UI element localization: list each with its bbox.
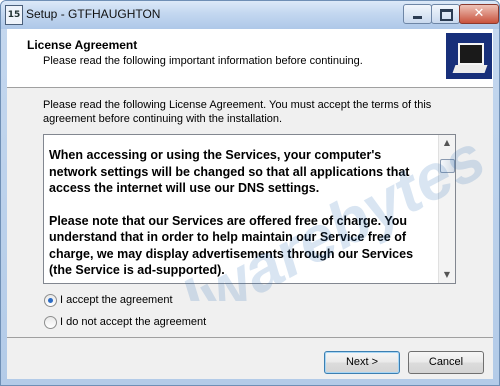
monitor-shape: [458, 43, 484, 65]
accept-radio[interactable]: [44, 294, 57, 307]
wizard-header: License Agreement Please read the follow…: [7, 29, 493, 88]
license-text: When accessing or using the Services, yo…: [49, 147, 429, 283]
decline-radio[interactable]: [44, 316, 57, 329]
minimize-icon: [413, 16, 422, 19]
decline-label[interactable]: I do not accept the agreement: [60, 315, 206, 329]
wizard-body: License Agreement Please read the follow…: [7, 29, 493, 379]
close-button[interactable]: ✕: [459, 4, 499, 24]
license-text-box[interactable]: When accessing or using the Services, yo…: [43, 134, 456, 284]
close-icon: ✕: [473, 6, 485, 21]
setup-app-icon: 15: [5, 5, 23, 25]
license-scrollbar[interactable]: ▲ ▼: [438, 135, 455, 283]
license-intro-text: Please read the following License Agreem…: [43, 99, 432, 125]
scroll-down-icon[interactable]: ▼: [439, 267, 455, 283]
window-title: Setup - GTFHAUGHTON: [26, 7, 161, 21]
maximize-icon: [440, 9, 453, 21]
accept-label[interactable]: I accept the agreement: [60, 293, 173, 307]
page-subtitle: Please read the following important info…: [43, 55, 363, 67]
setup-computer-icon: [446, 33, 492, 79]
license-paragraph: Please note that our Services are offere…: [49, 213, 414, 278]
maximize-button[interactable]: [431, 4, 460, 24]
cancel-button[interactable]: Cancel: [408, 351, 484, 374]
next-button[interactable]: Next >: [324, 351, 400, 374]
scroll-up-icon[interactable]: ▲: [439, 135, 455, 151]
wizard-footer: Next > Cancel: [7, 337, 493, 380]
page-title: License Agreement: [27, 38, 138, 52]
keyboard-shape: [452, 65, 488, 73]
title-bar[interactable]: 15 Setup - GTFHAUGHTON ✕: [1, 1, 499, 29]
minimize-button[interactable]: [403, 4, 432, 24]
scroll-thumb[interactable]: [440, 159, 455, 173]
setup-window: 15 Setup - GTFHAUGHTON ✕ License Agreeme…: [0, 0, 500, 386]
license-paragraph: When accessing or using the Services, yo…: [49, 148, 410, 195]
